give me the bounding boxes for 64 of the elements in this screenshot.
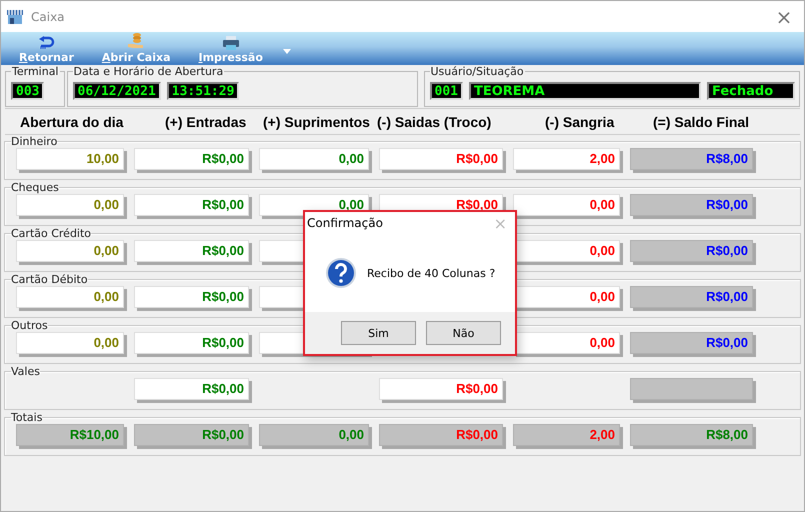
total-field: R$0,00 (630, 240, 753, 262)
column-header: (+) Entradas (165, 114, 248, 130)
user-id-display: 001 (430, 82, 463, 100)
amount-field[interactable]: 0,00 (16, 286, 124, 308)
amount-field[interactable]: 10,00 (16, 148, 124, 170)
column-header: Abertura do dia (20, 114, 124, 130)
total-field: R$8,00 (630, 424, 753, 446)
question-icon (325, 257, 357, 289)
amount-field[interactable]: R$0,00 (379, 378, 503, 400)
group-label: Cheques (11, 181, 59, 194)
total-field: R$0,00 (630, 286, 753, 308)
group-label: Usuário/Situação (430, 65, 525, 78)
total-field: 0,00 (259, 424, 369, 446)
total-field: R$10,00 (16, 424, 124, 446)
column-header: (-) Saidas (Troco) (377, 114, 492, 130)
amount-field[interactable]: 0,00 (16, 194, 124, 216)
coins-hand-icon (127, 32, 146, 50)
date-display: 06/12/2021 (72, 82, 161, 100)
amount-field[interactable]: 0,00 (16, 240, 124, 262)
total-field: R$0,00 (134, 424, 249, 446)
close-button[interactable]: × (764, 4, 804, 28)
store-icon (7, 8, 23, 24)
return-arrow-icon (37, 36, 56, 50)
amount-field[interactable]: R$0,00 (134, 286, 249, 308)
amount-field[interactable]: R$0,00 (134, 194, 249, 216)
window-title: Caixa (31, 10, 65, 24)
column-header: (=) Saldo Final (653, 114, 750, 130)
group-label: Outros (11, 319, 48, 332)
total-field: R$8,00 (630, 148, 753, 170)
group-label: Dinheiro (11, 135, 58, 148)
amount-field[interactable]: 2,00 (513, 148, 620, 170)
group-label: Totais (11, 411, 42, 424)
total-field: R$0,00 (379, 424, 503, 446)
amount-field[interactable]: 0,00 (16, 332, 124, 354)
user-name-display: TEOREMA (468, 82, 701, 100)
time-display: 13:51:29 (166, 82, 240, 100)
amount-field[interactable]: R$0,00 (134, 148, 249, 170)
dialog-button[interactable]: Sim (341, 321, 416, 345)
printer-icon (222, 36, 240, 50)
amount-field[interactable]: R$0,00 (134, 378, 249, 400)
column-header: (+) Suprimentos (263, 114, 371, 130)
column-header: (-) Sangria (545, 114, 616, 130)
amount-field[interactable]: 0,00 (259, 148, 369, 170)
amount-field[interactable]: 0,00 (513, 194, 620, 216)
amount-field[interactable]: R$0,00 (379, 148, 503, 170)
group-label: Data e Horário de Abertura (72, 65, 224, 78)
group-label: Cartão Crédito (11, 227, 92, 240)
toolbar-button[interactable]: Impressão (190, 36, 271, 65)
amount-field[interactable]: R$0,00 (134, 240, 249, 262)
dialog-button[interactable]: Não (426, 321, 501, 345)
total-field: 2,00 (513, 424, 620, 446)
total-field: R$0,00 (630, 332, 753, 354)
group-label: Cartão Débito (11, 273, 88, 286)
dialog-title: Confirmação (307, 216, 383, 230)
dialog-message: Recibo de 40 Colunas ? (367, 266, 496, 280)
toolbar-button[interactable]: Abrir Caixa (94, 32, 178, 65)
group-label: Terminal (11, 65, 60, 78)
total-field: R$0,00 (630, 194, 753, 216)
terminal-display: 003 (11, 82, 44, 100)
toolbar-button[interactable]: Retornar (11, 36, 82, 65)
amount-field[interactable]: R$0,00 (134, 332, 249, 354)
group-label: Vales (11, 365, 40, 378)
dropdown-arrow-icon[interactable] (282, 49, 291, 54)
status-display: Fechado (707, 82, 795, 100)
